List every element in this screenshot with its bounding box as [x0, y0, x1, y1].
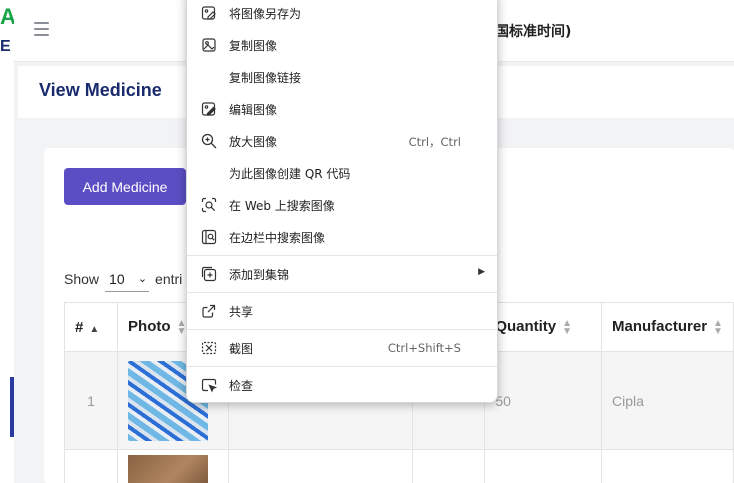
sidebar-active-indicator — [10, 377, 14, 437]
sort-asc-icon: ▲ — [89, 323, 100, 335]
entries-length-control: Show 10 ⌄ entri — [64, 266, 182, 292]
menu-item-share[interactable]: 共享 — [187, 296, 497, 326]
shortcut-text: Ctrl，Ctrl — [408, 135, 461, 149]
medicine-photo[interactable] — [128, 454, 209, 483]
entries-label: entri — [155, 271, 183, 287]
col-header-index[interactable]: # ▲ — [63, 302, 119, 352]
menu-separator — [187, 292, 497, 293]
sort-icon: ▲ ▼ — [713, 317, 723, 337]
menu-separator — [187, 366, 497, 367]
menu-item-search-sidebar[interactable]: 在边栏中搜索图像 — [187, 222, 497, 252]
zoom-in-icon — [201, 133, 217, 149]
sidebar: A E — [0, 0, 16, 483]
shortcut-text: Ctrl+Shift+S — [387, 341, 461, 355]
sort-icon: ▲ ▼ — [562, 317, 573, 337]
hamburger-icon[interactable] — [34, 22, 49, 36]
cell-quantity: 50 — [484, 351, 603, 450]
menu-item-copy-image-link[interactable]: 复制图像链接 — [187, 62, 497, 92]
image-context-menu: 将图像另存为 复制图像 复制图像链接 编辑图像 放大图像 Ctrl，Ctrl 为… — [186, 0, 498, 403]
menu-item-save-image[interactable]: 将图像另存为 — [187, 0, 497, 28]
menu-item-search-web[interactable]: 在 Web 上搜索图像 — [187, 190, 497, 220]
col-header-quantity[interactable]: Quantity ▲ ▼ — [484, 302, 603, 352]
show-label: Show — [64, 271, 100, 287]
menu-item-edit-image[interactable]: 编辑图像 — [187, 94, 497, 124]
sidebar-search-icon — [201, 229, 217, 245]
edit-image-icon — [201, 102, 216, 116]
entries-select-value: 10 — [109, 270, 125, 287]
cell-photo — [117, 449, 229, 483]
menu-item-qr-code[interactable]: 为此图像创建 QR 代码 — [187, 158, 497, 188]
share-icon — [202, 304, 216, 318]
collections-icon — [201, 266, 217, 282]
menu-item-inspect[interactable]: 检查 — [187, 370, 497, 400]
submenu-arrow-icon: ▶ — [478, 267, 485, 277]
sort-icon: ▲ ▼ — [176, 317, 187, 337]
menu-separator — [187, 329, 497, 330]
table-row — [63, 449, 734, 483]
logo-mark-bottom: E — [0, 38, 11, 55]
cell-index: 1 — [63, 351, 119, 450]
menu-item-copy-image[interactable]: 复制图像 — [187, 30, 497, 60]
chevron-down-icon: ⌄ — [137, 273, 148, 285]
col-header-manufacturer[interactable]: Manufacturer ▲ ▼ — [601, 302, 734, 352]
timezone-text: 国标准时间) — [495, 24, 572, 40]
menu-item-zoom-image[interactable]: 放大图像 Ctrl，Ctrl — [187, 126, 497, 156]
menu-item-screenshot[interactable]: 截图 Ctrl+Shift+S — [187, 333, 497, 363]
add-medicine-button[interactable]: Add Medicine — [64, 168, 186, 205]
save-image-icon — [201, 6, 216, 20]
menu-separator — [187, 255, 497, 256]
visual-search-icon — [201, 197, 217, 213]
screenshot-icon — [201, 341, 217, 355]
entries-select[interactable]: 10 ⌄ — [105, 266, 150, 292]
copy-image-icon — [202, 38, 216, 52]
cell-manufacturer: Cipla — [601, 351, 734, 450]
page-title: View Medicine — [39, 80, 162, 100]
inspect-icon — [201, 378, 217, 393]
menu-item-add-collections[interactable]: 添加到集锦 ▶ — [187, 259, 497, 289]
